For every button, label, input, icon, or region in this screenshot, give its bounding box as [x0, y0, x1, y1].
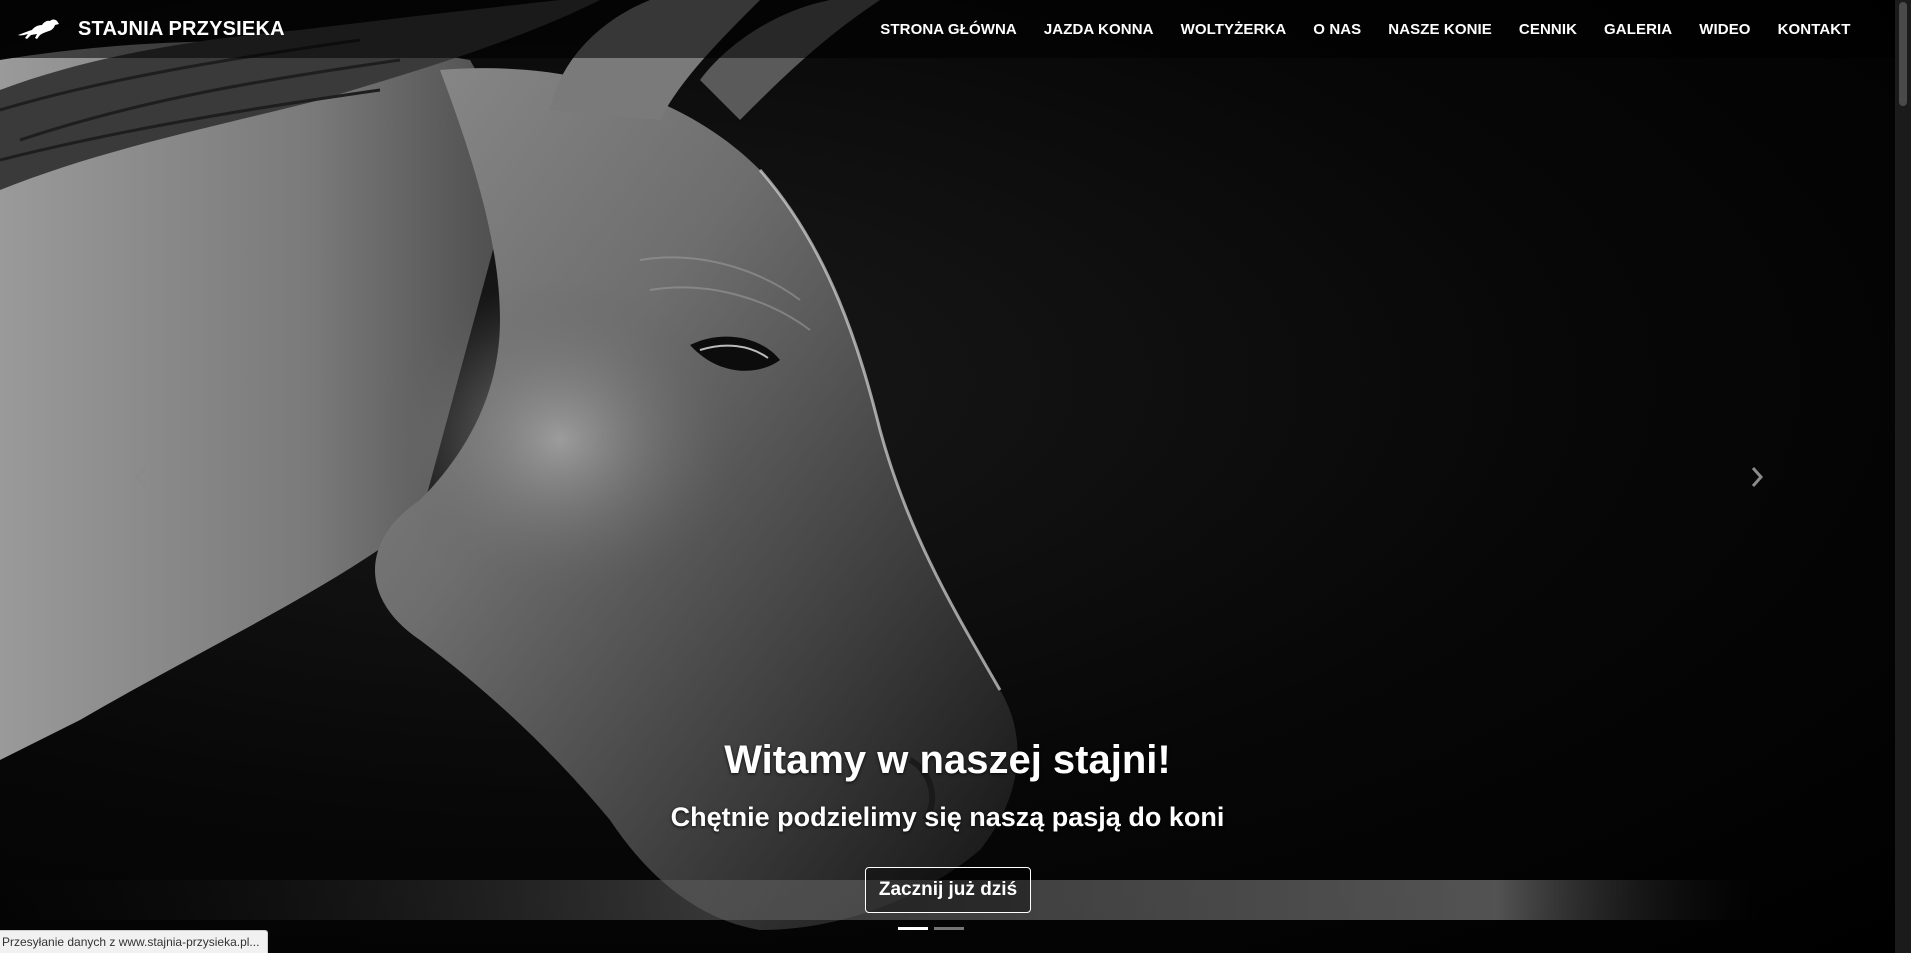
brand-name: STAJNIA PRZYSIEKA	[78, 17, 285, 40]
nav-item-jazda-konna[interactable]: JAZDA KONNA	[1030, 21, 1167, 38]
nav-item-cennik[interactable]: CENNIK	[1505, 21, 1590, 38]
nav-item-wideo[interactable]: WIDEO	[1686, 21, 1764, 38]
carousel-indicators	[898, 927, 964, 930]
cta-button[interactable]: Zacznij już dziś	[865, 867, 1031, 913]
nav-item-strona-glowna[interactable]: STRONA GŁÓWNA	[867, 21, 1031, 38]
carousel-next-button[interactable]	[1742, 462, 1772, 492]
main-nav: STRONA GŁÓWNA JAZDA KONNA WOLTYŻERKA O N…	[867, 0, 1864, 58]
carousel-indicator-2[interactable]	[934, 927, 964, 930]
scrollbar-thumb[interactable]	[1899, 2, 1907, 106]
nav-item-woltyzerka[interactable]: WOLTYŻERKA	[1167, 21, 1300, 38]
nav-item-nasze-konie[interactable]: NASZE KONIE	[1375, 21, 1506, 38]
nav-item-o-nas[interactable]: O NAS	[1300, 21, 1375, 38]
brand-link[interactable]: STAJNIA PRZYSIEKA	[16, 17, 285, 41]
carousel-indicator-1[interactable]	[898, 927, 928, 930]
horse-icon	[18, 19, 59, 39]
carousel-title: Witamy w naszej stajni!	[724, 738, 1171, 782]
chevron-right-icon	[1751, 467, 1764, 487]
nav-item-kontakt[interactable]: KONTAKT	[1764, 21, 1864, 38]
carousel-prev-button[interactable]	[126, 462, 156, 492]
browser-status-bar: Przesyłanie danych z www.stajnia-przysie…	[0, 930, 269, 953]
page-scrollbar[interactable]	[1895, 0, 1911, 953]
carousel-subtitle: Chętnie podzielimy się naszą pasją do ko…	[670, 802, 1225, 832]
nav-item-galeria[interactable]: GALERIA	[1591, 21, 1686, 38]
navbar: STAJNIA PRZYSIEKA STRONA GŁÓWNA JAZDA KO…	[0, 0, 1895, 58]
hero-carousel: STAJNIA PRZYSIEKA STRONA GŁÓWNA JAZDA KO…	[0, 0, 1895, 953]
page: STAJNIA PRZYSIEKA STRONA GŁÓWNA JAZDA KO…	[0, 0, 1911, 953]
chevron-left-icon	[134, 467, 147, 487]
